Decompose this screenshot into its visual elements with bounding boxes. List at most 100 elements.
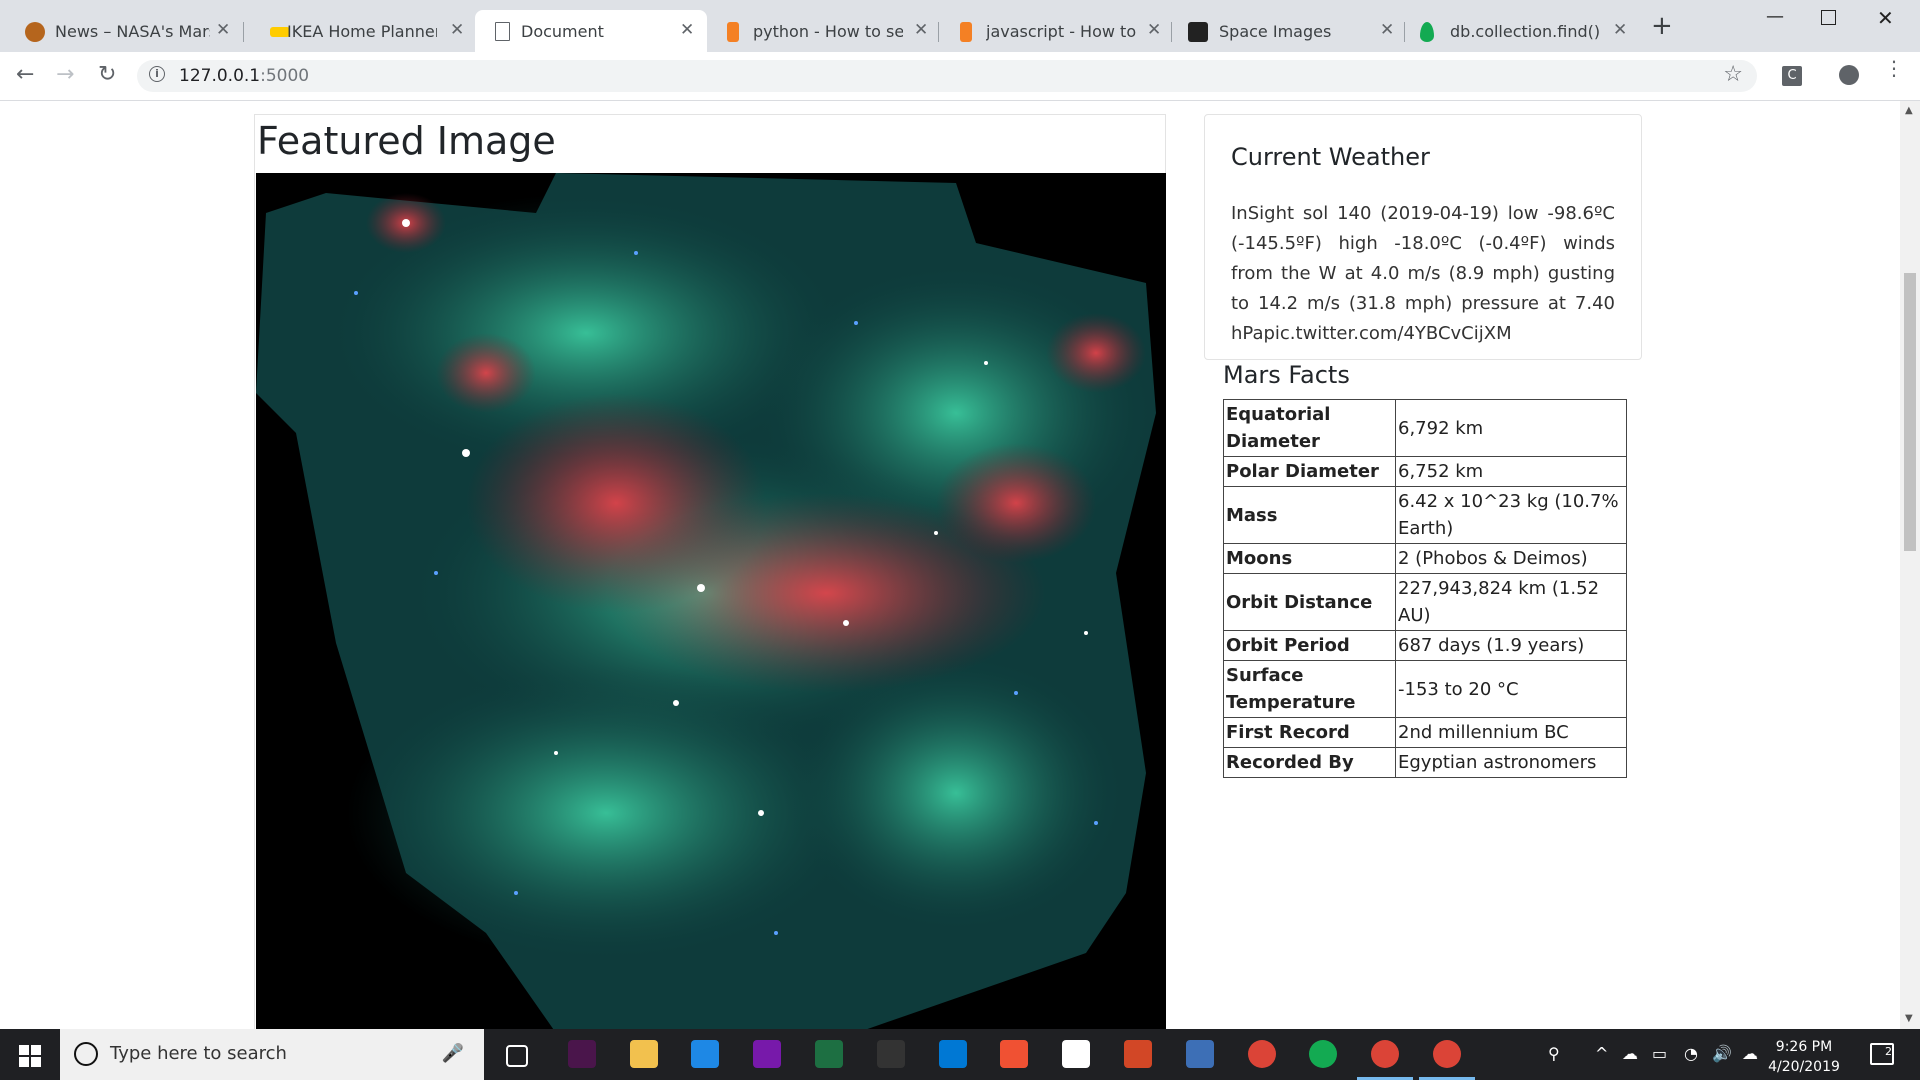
page-scrollbar[interactable]: ▲ ▼	[1900, 101, 1920, 1029]
powerpoint-icon[interactable]	[1124, 1040, 1152, 1068]
scroll-down-arrow-icon[interactable]: ▼	[1905, 1013, 1913, 1024]
page-viewport: Featured Image Current Weather InSight s…	[0, 101, 1900, 1029]
featured-image-card: Featured Image	[254, 114, 1166, 1029]
chrome-icon[interactable]	[1247, 1040, 1276, 1068]
info-icon[interactable]: i	[149, 66, 165, 82]
close-window-button[interactable]: ✕	[1877, 6, 1894, 30]
microphone-icon[interactable]: 🎤	[442, 1043, 464, 1064]
minimize-button[interactable]: —	[1766, 6, 1784, 27]
nebula-image	[256, 173, 1156, 1029]
action-center-notification-icon[interactable]: 2	[1870, 1043, 1894, 1065]
tab-divider	[938, 22, 939, 42]
fact-label: Surface Temperature	[1223, 660, 1396, 718]
tab-divider	[1171, 22, 1172, 42]
fact-value: 687 days (1.9 years)	[1395, 630, 1627, 661]
tab-title: db.collection.find() — M	[1450, 22, 1600, 41]
weather-title: Current Weather	[1231, 143, 1430, 171]
menu-icon[interactable]: ⋮	[1884, 58, 1904, 78]
tab-title: Space Images	[1219, 22, 1332, 41]
show-hidden-icons-chevron-icon[interactable]: ^	[1595, 1044, 1608, 1063]
excel-icon[interactable]	[815, 1040, 843, 1068]
fact-value: -153 to 20 °C	[1395, 660, 1627, 718]
url-text: 127.0.0.1:5000	[179, 66, 309, 86]
clock-time: 9:26 PM	[1775, 1039, 1833, 1055]
fact-value: 6,792 km	[1395, 399, 1627, 457]
tab-strip: News – NASA's Mars E ✕ IKEA Home Planner…	[0, 0, 1920, 52]
table-row: Recorded By Egyptian astronomers	[1223, 747, 1627, 778]
cortana-icon	[74, 1042, 98, 1066]
table-row: Mass 6.42 x 10^23 kg (10.7% Earth)	[1223, 486, 1627, 544]
close-icon[interactable]: ✕	[914, 20, 928, 40]
featured-image-title: Featured Image	[257, 119, 556, 163]
fact-label: Equatorial Diameter	[1223, 399, 1396, 457]
reload-button[interactable]: ↻	[98, 62, 116, 87]
onedrive-tray-icon[interactable]: ☁	[1622, 1044, 1638, 1063]
git-icon[interactable]	[1000, 1040, 1029, 1068]
scrollbar-thumb[interactable]	[1904, 273, 1916, 551]
featured-space-image[interactable]	[256, 173, 1166, 1029]
stackoverflow-icon	[727, 22, 739, 42]
file-explorer-icon[interactable]	[629, 1040, 658, 1068]
tab-space-images[interactable]: Space Images ✕	[1173, 10, 1405, 52]
chrome-icon[interactable]	[1433, 1040, 1461, 1068]
tab-python[interactable]: python - How to serve ✕	[707, 10, 939, 52]
vscode-icon[interactable]	[938, 1040, 967, 1068]
close-icon[interactable]: ✕	[216, 20, 230, 40]
profile-avatar[interactable]	[1839, 65, 1859, 85]
chrome-icon[interactable]	[1371, 1040, 1400, 1068]
document-icon	[495, 22, 510, 41]
cloud-sync-icon[interactable]: ☁	[1742, 1044, 1758, 1063]
fact-value: 6,752 km	[1395, 456, 1627, 487]
mongodb-icon[interactable]	[1309, 1040, 1338, 1068]
tab-title: News – NASA's Mars E	[55, 22, 210, 41]
tab-document[interactable]: Document ✕	[475, 10, 707, 52]
table-row: Surface Temperature -153 to 20 °C	[1223, 660, 1627, 718]
windows-start-icon[interactable]	[19, 1045, 41, 1067]
tab-news[interactable]: News – NASA's Mars E ✕	[0, 10, 244, 52]
taskbar-search-box[interactable]: Type here to search 🎤	[60, 1029, 484, 1080]
fact-label: Mass	[1223, 486, 1396, 544]
slack-icon[interactable]	[567, 1040, 596, 1068]
url-host: 127.0.0.1	[179, 66, 261, 86]
tab-mongodb[interactable]: db.collection.find() — M ✕	[1406, 10, 1638, 52]
close-icon[interactable]: ✕	[1380, 20, 1394, 40]
tab-divider	[243, 22, 244, 42]
fact-value: Egyptian astronomers	[1395, 747, 1627, 778]
close-icon[interactable]: ✕	[1613, 20, 1627, 40]
table-row: Polar Diameter 6,752 km	[1223, 456, 1627, 487]
terminal-icon[interactable]	[876, 1040, 905, 1068]
tab-divider	[1404, 22, 1405, 42]
volume-icon[interactable]: 🔊	[1712, 1044, 1732, 1063]
wifi-icon[interactable]: ◔	[1684, 1044, 1698, 1063]
task-view-icon[interactable]	[506, 1045, 528, 1067]
extension-icon[interactable]: C	[1782, 66, 1802, 86]
tab-javascript[interactable]: javascript - How to Cen ✕	[940, 10, 1172, 52]
address-bar[interactable]: i 127.0.0.1:5000 ☆	[137, 60, 1757, 92]
table-row: First Record 2nd millennium BC	[1223, 717, 1627, 748]
new-tab-button[interactable]: +	[1651, 13, 1673, 39]
security-icon[interactable]	[691, 1040, 720, 1068]
url-port: :5000	[260, 66, 310, 86]
fact-value: 2nd millennium BC	[1395, 717, 1627, 748]
fact-label: First Record	[1223, 717, 1396, 748]
maximize-button[interactable]	[1821, 10, 1836, 25]
back-button[interactable]: ←	[16, 62, 34, 87]
onenote-icon[interactable]	[753, 1040, 782, 1068]
stackoverflow-icon	[960, 22, 972, 42]
mars-favicon-icon	[25, 22, 45, 42]
close-icon[interactable]: ✕	[680, 20, 694, 40]
space-images-icon	[1188, 22, 1208, 42]
mysql-workbench-icon[interactable]	[1185, 1040, 1214, 1068]
close-icon[interactable]: ✕	[1147, 20, 1161, 40]
people-icon[interactable]: ⚲	[1548, 1044, 1560, 1063]
fact-value: 6.42 x 10^23 kg (10.7% Earth)	[1395, 486, 1627, 544]
tab-ikea[interactable]: IKEA Home Planner ✕	[245, 10, 475, 52]
bookmark-star-icon[interactable]: ☆	[1723, 62, 1743, 87]
onedrive-icon[interactable]	[1062, 1040, 1091, 1068]
forward-button[interactable]: →	[56, 62, 74, 87]
close-icon[interactable]: ✕	[450, 20, 464, 40]
fact-value: 2 (Phobos & Deimos)	[1395, 543, 1627, 574]
taskbar-clock[interactable]: 9:26 PM 4/20/2019	[1765, 1037, 1843, 1077]
battery-icon[interactable]: ▭	[1652, 1044, 1667, 1063]
scroll-up-arrow-icon[interactable]: ▲	[1905, 105, 1913, 116]
